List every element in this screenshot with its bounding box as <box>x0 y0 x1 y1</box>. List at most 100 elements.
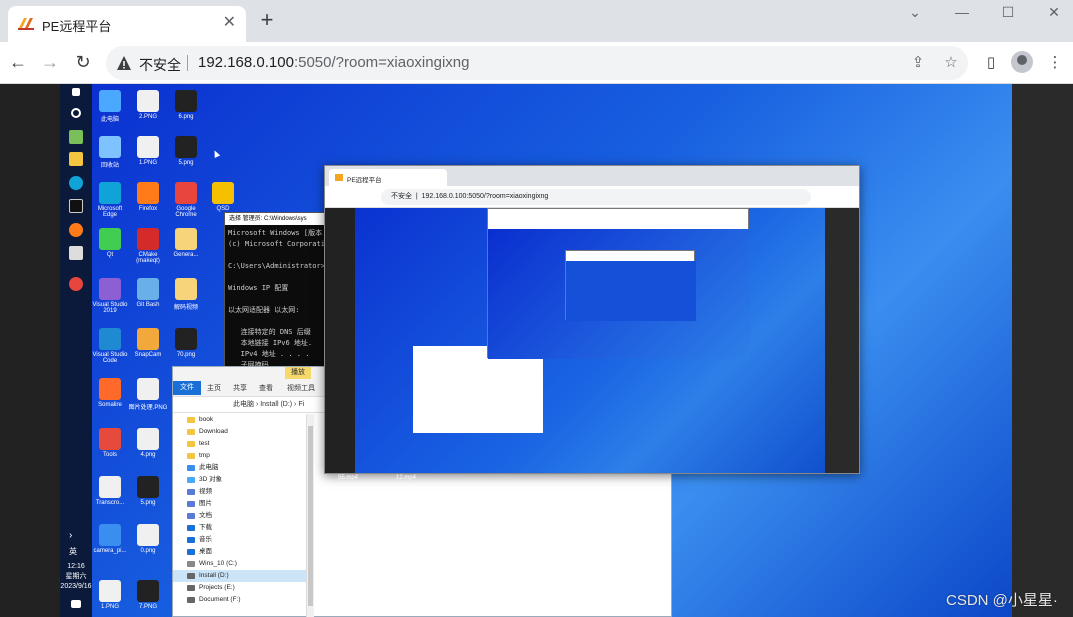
explorer-nav-item[interactable]: 文档 <box>173 510 306 522</box>
tab-close-icon[interactable]: ✕ <box>223 14 236 32</box>
forward-button[interactable]: → <box>38 50 62 74</box>
desktop-icon[interactable]: 回收站 <box>90 136 130 169</box>
back-button[interactable]: ← <box>6 50 30 74</box>
desktop-icon[interactable]: SnapCam <box>128 328 168 358</box>
reload-button[interactable]: ↻ <box>71 50 95 74</box>
desktop-icon[interactable]: 图片处理.PNG <box>128 378 168 411</box>
desktop-icon-label: 此电脑 <box>100 117 119 123</box>
csdn-watermark: CSDN @小星星· <box>946 592 1058 609</box>
play-tab[interactable]: 播放 <box>285 367 311 379</box>
new-tab-button[interactable]: + <box>256 9 278 31</box>
file-tab[interactable]: 文件 <box>173 381 201 395</box>
explorer-nav-item[interactable]: Wins_10 (C:) <box>173 558 306 570</box>
nested-tab[interactable]: PE远程平台 <box>329 169 447 186</box>
notepad-taskbar-icon[interactable] <box>69 130 83 144</box>
cmd-window[interactable]: 选择 管理员: C:\Windows\sys Microsoft Windows… <box>224 212 333 402</box>
minimize-button[interactable]: — <box>947 4 977 20</box>
desktop-icon[interactable]: 70.png <box>166 328 206 358</box>
taskbar-clock[interactable]: 12:16 星期六 2023/9/16 <box>60 562 92 592</box>
explorer-nav-item[interactable]: 此电脑 <box>173 462 306 474</box>
desktop-icon[interactable]: Tools <box>90 428 130 458</box>
desktop-icon[interactable]: 1.PNG <box>90 580 130 610</box>
desktop-icon[interactable]: 1.PNG <box>128 136 168 166</box>
file-explorer-taskbar-icon[interactable] <box>69 152 83 166</box>
browser-tab-strip: PE远程平台 ✕ + ⌄ — ☐ ✕ <box>0 0 1073 42</box>
file-label-12[interactable]: 12.mp4 <box>396 475 416 481</box>
desktop-icon[interactable]: 0.png <box>128 524 168 554</box>
desktop-icon[interactable]: CMake (makeqt) <box>128 228 168 264</box>
desktop-icon[interactable]: Visual Studio Code <box>90 328 130 364</box>
desktop-icon[interactable]: Microsoft Edge <box>90 182 130 218</box>
side-panel-icon[interactable]: ▯ <box>979 51 1003 75</box>
not-secure-label[interactable]: 不安全 <box>139 55 181 75</box>
edge-taskbar-icon[interactable] <box>69 176 83 190</box>
warning-icon[interactable] <box>116 55 132 71</box>
windows-start-icon[interactable] <box>72 88 80 96</box>
cmd-taskbar-icon[interactable] <box>69 199 83 213</box>
explorer-nav-item[interactable]: Projects (E:) <box>173 582 306 594</box>
desktop-icon[interactable]: Git Bash <box>128 278 168 308</box>
explorer-nav-item[interactable]: Document (F:) <box>173 594 306 606</box>
ribbon-tab-home[interactable]: 主页 <box>207 383 221 393</box>
cmd-title: 选择 管理员: C:\Windows\sys <box>225 213 331 225</box>
desktop-icon-label: CMake (makeqt) <box>136 252 160 264</box>
desktop-icon[interactable]: 6.png <box>166 90 206 120</box>
maximize-button[interactable]: ☐ <box>993 4 1023 21</box>
search-icon[interactable] <box>71 108 81 118</box>
input-method-icon[interactable]: 英 <box>69 546 83 560</box>
explorer-nav-item[interactable]: Install (D:) <box>173 570 306 582</box>
file-label-55[interactable]: 55.mp4 <box>338 475 358 481</box>
explorer-nav-item[interactable]: 下载 <box>173 522 306 534</box>
desktop-icon[interactable]: Transcro... <box>90 476 130 506</box>
desktop-icon[interactable]: camera_pi... <box>90 524 130 554</box>
omnibox-divider <box>187 55 188 71</box>
tray-chevron-icon[interactable]: › <box>69 530 83 544</box>
desktop-icon[interactable]: Qt <box>90 228 130 258</box>
desktop-icon[interactable]: 5.png <box>166 136 206 166</box>
desktop-icon[interactable]: Visual Studio 2019 <box>90 278 130 314</box>
desktop-icon[interactable]: 4.png <box>128 428 168 458</box>
firefox-taskbar-icon[interactable] <box>69 223 83 237</box>
explorer-nav-item[interactable]: 图片 <box>173 498 306 510</box>
window-taskbar-icon[interactable] <box>69 246 83 260</box>
desktop-icon[interactable]: 7.PNG <box>128 580 168 610</box>
desktop-icon[interactable]: Firefox <box>128 182 168 212</box>
explorer-nav-item[interactable]: book <box>173 414 306 426</box>
chrome-taskbar-icon[interactable] <box>69 277 83 291</box>
url-text[interactable]: 192.168.0.100:5050/?room=xiaoxingixng <box>198 54 469 71</box>
notification-icon[interactable] <box>71 600 81 608</box>
bookmark-star-icon[interactable]: ☆ <box>941 53 961 73</box>
explorer-nav-item[interactable]: Download <box>173 426 306 438</box>
desktop-icon[interactable]: 此电脑 <box>90 90 130 123</box>
ribbon-tab-video-tools[interactable]: 视频工具 <box>287 383 315 393</box>
browser-tab-active[interactable]: PE远程平台 ✕ <box>8 6 246 42</box>
ribbon-tab-view[interactable]: 查看 <box>259 383 273 393</box>
desktop-icon[interactable]: 2.PNG <box>128 90 168 120</box>
ribbon-tab-share[interactable]: 共享 <box>233 383 247 393</box>
explorer-nav-item[interactable]: test <box>173 438 306 450</box>
desktop-icon[interactable]: 5.png <box>128 476 168 506</box>
nested-browser-window[interactable]: PE远程平台 不安全 | 192.168.0.100:5050/?room=xi… <box>324 165 860 474</box>
desktop-icon[interactable]: Google Chrome <box>166 182 206 218</box>
explorer-nav-item[interactable]: 音乐 <box>173 534 306 546</box>
scrollbar-thumb[interactable] <box>308 426 313 606</box>
remote-desktop-view[interactable]: › 英 12:16 星期六 2023/9/16 此电脑 2.PNG 6.png 回收站… <box>60 84 1012 617</box>
address-bar[interactable]: 不安全 192.168.0.100:5050/?room=xiaoxingixn… <box>106 46 968 80</box>
share-icon[interactable]: ⇪ <box>908 53 928 73</box>
explorer-nav-label: tmp <box>199 452 210 459</box>
desktop-icon[interactable]: 解码视频 <box>166 278 206 311</box>
explorer-nav-item[interactable]: tmp <box>173 450 306 462</box>
close-window-button[interactable]: ✕ <box>1039 4 1069 21</box>
desktop-icon[interactable]: QSD <box>203 182 243 212</box>
profile-avatar-icon[interactable] <box>1011 51 1033 73</box>
tab-search-chevron-icon[interactable]: ⌄ <box>900 4 930 21</box>
explorer-nav-item[interactable]: 视频 <box>173 486 306 498</box>
explorer-nav-item[interactable]: 桌面 <box>173 546 306 558</box>
explorer-nav-item[interactable]: 3D 对象 <box>173 474 306 486</box>
desktop-icon[interactable]: Somalire <box>90 378 130 408</box>
desktop-icon[interactable]: Genera... <box>166 228 206 258</box>
nested-address-bar[interactable]: 不安全 | 192.168.0.100:5050/?room=xiaoxingi… <box>381 189 811 205</box>
desktop-file-icon <box>175 228 197 250</box>
explorer-scrollbar[interactable] <box>307 414 314 617</box>
menu-kebab-icon[interactable]: ⋮ <box>1043 51 1067 75</box>
